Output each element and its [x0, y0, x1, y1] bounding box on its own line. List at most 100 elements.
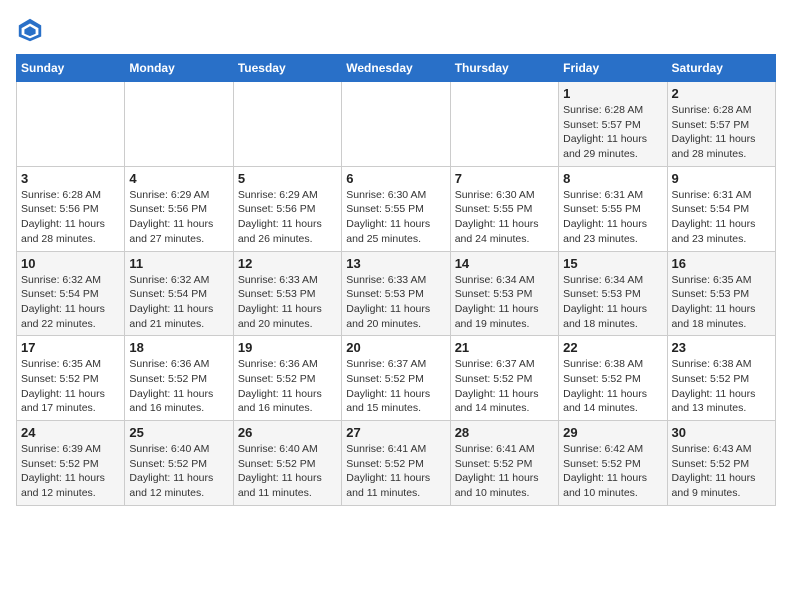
- calendar-cell: 16 Sunrise: 6:35 AMSunset: 5:53 PMDayligh…: [667, 251, 775, 336]
- weekday-header: Monday: [125, 55, 233, 82]
- day-number: 26: [238, 425, 337, 440]
- weekday-header: Tuesday: [233, 55, 341, 82]
- day-info: Sunrise: 6:40 AMSunset: 5:52 PMDaylight:…: [238, 442, 337, 501]
- day-number: 25: [129, 425, 228, 440]
- day-number: 17: [21, 340, 120, 355]
- day-info: Sunrise: 6:41 AMSunset: 5:52 PMDaylight:…: [346, 442, 445, 501]
- calendar-cell: 1 Sunrise: 6:28 AMSunset: 5:57 PMDaylight…: [559, 82, 667, 167]
- day-number: 10: [21, 256, 120, 271]
- day-number: 29: [563, 425, 662, 440]
- logo-icon: [16, 16, 44, 44]
- calendar-cell: [450, 82, 558, 167]
- day-info: Sunrise: 6:34 AMSunset: 5:53 PMDaylight:…: [455, 273, 554, 332]
- day-info: Sunrise: 6:41 AMSunset: 5:52 PMDaylight:…: [455, 442, 554, 501]
- day-number: 11: [129, 256, 228, 271]
- calendar-cell: 24 Sunrise: 6:39 AMSunset: 5:52 PMDayligh…: [17, 421, 125, 506]
- calendar-cell: 13 Sunrise: 6:33 AMSunset: 5:53 PMDayligh…: [342, 251, 450, 336]
- day-number: 8: [563, 171, 662, 186]
- day-info: Sunrise: 6:35 AMSunset: 5:52 PMDaylight:…: [21, 357, 120, 416]
- day-number: 7: [455, 171, 554, 186]
- day-number: 1: [563, 86, 662, 101]
- day-info: Sunrise: 6:32 AMSunset: 5:54 PMDaylight:…: [129, 273, 228, 332]
- weekday-header: Saturday: [667, 55, 775, 82]
- day-number: 22: [563, 340, 662, 355]
- calendar-cell: 10 Sunrise: 6:32 AMSunset: 5:54 PMDayligh…: [17, 251, 125, 336]
- calendar-cell: [125, 82, 233, 167]
- day-number: 24: [21, 425, 120, 440]
- day-info: Sunrise: 6:37 AMSunset: 5:52 PMDaylight:…: [455, 357, 554, 416]
- day-number: 12: [238, 256, 337, 271]
- day-info: Sunrise: 6:31 AMSunset: 5:55 PMDaylight:…: [563, 188, 662, 247]
- calendar-cell: 30 Sunrise: 6:43 AMSunset: 5:52 PMDayligh…: [667, 421, 775, 506]
- calendar-cell: 9 Sunrise: 6:31 AMSunset: 5:54 PMDaylight…: [667, 166, 775, 251]
- calendar-cell: 5Sunrise: 6:29 AMSunset: 5:56 PMDaylight…: [233, 166, 341, 251]
- calendar-week-row: 24 Sunrise: 6:39 AMSunset: 5:52 PMDayligh…: [17, 421, 776, 506]
- day-number: 4: [129, 171, 228, 186]
- day-number: 9: [672, 171, 771, 186]
- day-number: 6: [346, 171, 445, 186]
- day-info: Sunrise: 6:28 AMSunset: 5:56 PMDaylight:…: [21, 188, 120, 247]
- calendar-week-row: 10 Sunrise: 6:32 AMSunset: 5:54 PMDayligh…: [17, 251, 776, 336]
- day-number: 16: [672, 256, 771, 271]
- calendar-week-row: 1 Sunrise: 6:28 AMSunset: 5:57 PMDaylight…: [17, 82, 776, 167]
- calendar-cell: [233, 82, 341, 167]
- day-info: Sunrise: 6:33 AMSunset: 5:53 PMDaylight:…: [238, 273, 337, 332]
- day-info: Sunrise: 6:29 AMSunset: 5:56 PMDaylight:…: [238, 188, 337, 247]
- calendar-header: SundayMondayTuesdayWednesdayThursdayFrid…: [17, 55, 776, 82]
- calendar-cell: 23Sunrise: 6:38 AMSunset: 5:52 PMDayligh…: [667, 336, 775, 421]
- calendar-cell: 29 Sunrise: 6:42 AMSunset: 5:52 PMDayligh…: [559, 421, 667, 506]
- day-info: Sunrise: 6:40 AMSunset: 5:52 PMDaylight:…: [129, 442, 228, 501]
- calendar-cell: 11 Sunrise: 6:32 AMSunset: 5:54 PMDayligh…: [125, 251, 233, 336]
- calendar-cell: 14 Sunrise: 6:34 AMSunset: 5:53 PMDayligh…: [450, 251, 558, 336]
- calendar-cell: 21 Sunrise: 6:37 AMSunset: 5:52 PMDayligh…: [450, 336, 558, 421]
- day-info: Sunrise: 6:42 AMSunset: 5:52 PMDaylight:…: [563, 442, 662, 501]
- day-info: Sunrise: 6:32 AMSunset: 5:54 PMDaylight:…: [21, 273, 120, 332]
- calendar-cell: [17, 82, 125, 167]
- weekday-header: Friday: [559, 55, 667, 82]
- day-number: 19: [238, 340, 337, 355]
- calendar-week-row: 17 Sunrise: 6:35 AMSunset: 5:52 PMDayligh…: [17, 336, 776, 421]
- day-number: 28: [455, 425, 554, 440]
- day-info: Sunrise: 6:34 AMSunset: 5:53 PMDaylight:…: [563, 273, 662, 332]
- day-number: 27: [346, 425, 445, 440]
- day-number: 3: [21, 171, 120, 186]
- day-info: Sunrise: 6:29 AMSunset: 5:56 PMDaylight:…: [129, 188, 228, 247]
- calendar-cell: 22 Sunrise: 6:38 AMSunset: 5:52 PMDayligh…: [559, 336, 667, 421]
- day-number: 18: [129, 340, 228, 355]
- calendar-cell: 27 Sunrise: 6:41 AMSunset: 5:52 PMDayligh…: [342, 421, 450, 506]
- day-info: Sunrise: 6:33 AMSunset: 5:53 PMDaylight:…: [346, 273, 445, 332]
- day-number: 14: [455, 256, 554, 271]
- calendar-cell: 3 Sunrise: 6:28 AMSunset: 5:56 PMDaylight…: [17, 166, 125, 251]
- calendar-cell: [342, 82, 450, 167]
- calendar-cell: 20Sunrise: 6:37 AMSunset: 5:52 PMDayligh…: [342, 336, 450, 421]
- day-number: 21: [455, 340, 554, 355]
- day-number: 13: [346, 256, 445, 271]
- day-info: Sunrise: 6:30 AMSunset: 5:55 PMDaylight:…: [455, 188, 554, 247]
- calendar-cell: 6 Sunrise: 6:30 AMSunset: 5:55 PMDaylight…: [342, 166, 450, 251]
- day-info: Sunrise: 6:43 AMSunset: 5:52 PMDaylight:…: [672, 442, 771, 501]
- day-info: Sunrise: 6:36 AMSunset: 5:52 PMDaylight:…: [129, 357, 228, 416]
- calendar-cell: 28 Sunrise: 6:41 AMSunset: 5:52 PMDayligh…: [450, 421, 558, 506]
- calendar-table: SundayMondayTuesdayWednesdayThursdayFrid…: [16, 54, 776, 506]
- day-info: Sunrise: 6:38 AMSunset: 5:52 PMDaylight:…: [563, 357, 662, 416]
- weekday-header: Sunday: [17, 55, 125, 82]
- day-info: Sunrise: 6:28 AMSunset: 5:57 PMDaylight:…: [563, 103, 662, 162]
- calendar-cell: 19 Sunrise: 6:36 AMSunset: 5:52 PMDayligh…: [233, 336, 341, 421]
- day-info: Sunrise: 6:37 AMSunset: 5:52 PMDaylight:…: [346, 357, 445, 416]
- day-number: 15: [563, 256, 662, 271]
- day-info: Sunrise: 6:35 AMSunset: 5:53 PMDaylight:…: [672, 273, 771, 332]
- day-info: Sunrise: 6:31 AMSunset: 5:54 PMDaylight:…: [672, 188, 771, 247]
- calendar-cell: 4 Sunrise: 6:29 AMSunset: 5:56 PMDaylight…: [125, 166, 233, 251]
- day-info: Sunrise: 6:38 AMSunset: 5:52 PMDaylight:…: [672, 357, 771, 416]
- day-number: 30: [672, 425, 771, 440]
- calendar-cell: 2Sunrise: 6:28 AMSunset: 5:57 PMDaylight…: [667, 82, 775, 167]
- weekday-header: Thursday: [450, 55, 558, 82]
- calendar-cell: 15 Sunrise: 6:34 AMSunset: 5:53 PMDayligh…: [559, 251, 667, 336]
- day-info: Sunrise: 6:30 AMSunset: 5:55 PMDaylight:…: [346, 188, 445, 247]
- day-info: Sunrise: 6:36 AMSunset: 5:52 PMDaylight:…: [238, 357, 337, 416]
- calendar-cell: 25 Sunrise: 6:40 AMSunset: 5:52 PMDayligh…: [125, 421, 233, 506]
- logo: [16, 16, 48, 44]
- day-info: Sunrise: 6:39 AMSunset: 5:52 PMDaylight:…: [21, 442, 120, 501]
- calendar-cell: 26 Sunrise: 6:40 AMSunset: 5:52 PMDayligh…: [233, 421, 341, 506]
- calendar-cell: 8 Sunrise: 6:31 AMSunset: 5:55 PMDaylight…: [559, 166, 667, 251]
